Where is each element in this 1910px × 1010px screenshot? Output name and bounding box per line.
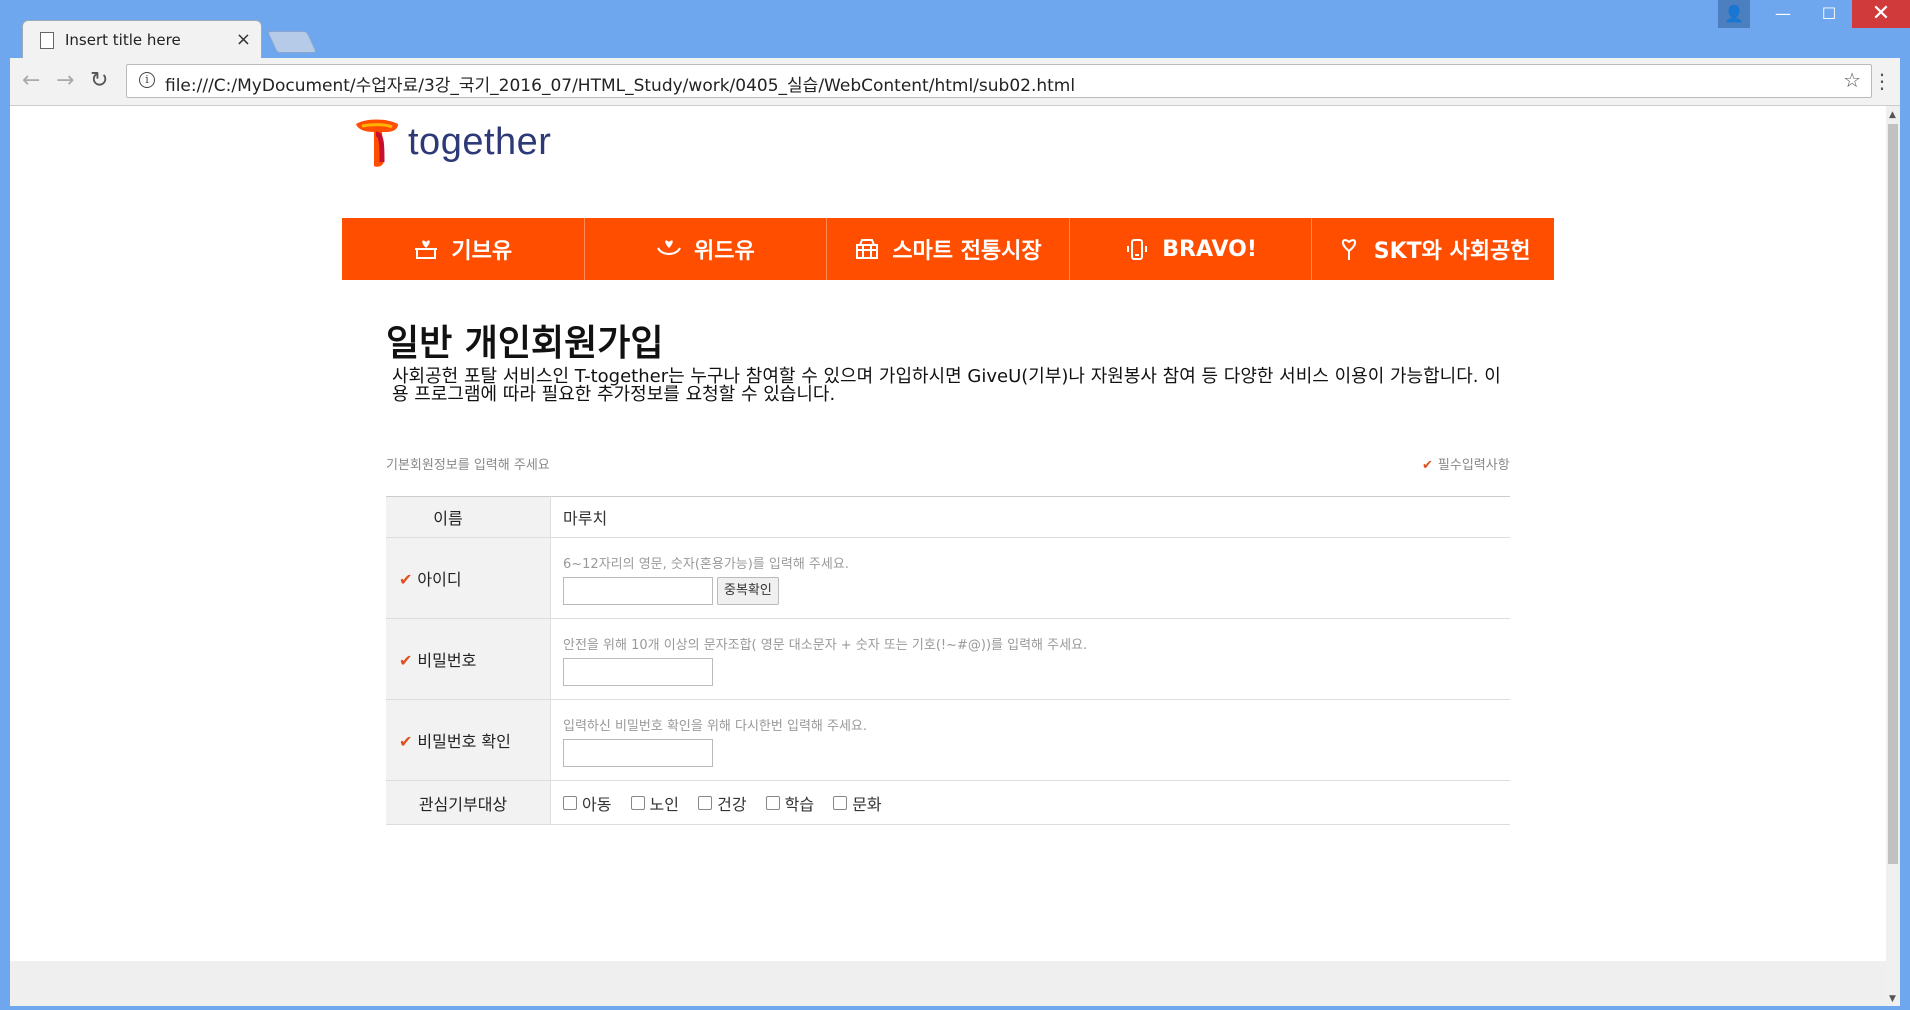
form-row-password: ✔ 비밀번호 안전을 위해 10개 이상의 문자조합( 영문 대소문자 + 숫자 …	[386, 618, 1510, 700]
form-label-cell: 관심기부대상	[386, 780, 551, 825]
nav-label: 위드유	[694, 239, 755, 264]
address-bar[interactable]: i file:///C:/MyDocument/수업자료/3강_국기_2016_…	[126, 64, 1872, 98]
checkbox-box[interactable]	[765, 796, 780, 810]
nav-item-smart-market[interactable]: 스마트 전통시장	[827, 218, 1070, 280]
page-intro-text: 사회공헌 포탈 서비스인 T-together는 누구나 참여할 수 있으며 가…	[392, 366, 1501, 405]
scroll-down-icon[interactable]: ▼	[1889, 994, 1896, 1004]
form-value-cell: 안전을 위해 10개 이상의 문자조합( 영문 대소문자 + 숫자 또는 기호(…	[550, 618, 1510, 700]
interest-checkbox-child[interactable]: 아동	[563, 791, 611, 815]
checkbox-label: 문화	[852, 794, 882, 814]
password-confirm-hint: 입력하신 비밀번호 확인을 위해 다시한번 입력해 주세요.	[563, 719, 868, 734]
checkbox-label: 아동	[582, 794, 612, 814]
form-row-password-confirm: ✔ 비밀번호 확인 입력하신 비밀번호 확인을 위해 다시한번 입력해 주세요.	[386, 699, 1510, 781]
password-label: 비밀번호	[417, 651, 477, 670]
nav-item-skt-social[interactable]: SKT와 사회공헌	[1312, 218, 1554, 280]
required-check-icon: ✔	[1422, 458, 1433, 473]
nav-label: BRAVO!	[1162, 236, 1257, 262]
hands-heart-icon	[657, 240, 681, 255]
new-tab-button[interactable]	[266, 31, 318, 53]
window-controls: 👤 — ☐ ✕	[1718, 0, 1910, 28]
nav-label: 스마트 전통시장	[892, 239, 1042, 264]
form-label-cell: ✔ 비밀번호 확인	[386, 699, 551, 781]
required-check-icon: ✔	[399, 570, 413, 589]
page-viewport: together 기브유 위드유 스마트 전통시장 BRAVO! SKT와 사회…	[10, 106, 1886, 1006]
required-check-icon: ✔	[399, 732, 413, 751]
interests-label: 관심기부대상	[418, 794, 508, 814]
interest-checkbox-group: 아동 노인 건강 학습 문화	[550, 780, 1510, 825]
minimize-button[interactable]: —	[1760, 0, 1806, 28]
logo-brand-text: together	[408, 121, 552, 163]
checkbox-label: 학습	[784, 794, 815, 814]
checkbox-box[interactable]	[833, 796, 848, 810]
checkbox-label: 건강	[717, 794, 747, 814]
checkbox-box[interactable]	[563, 796, 577, 810]
form-row-interests: 관심기부대상 아동 노인 건강 학습 문화	[386, 780, 1510, 825]
interest-checkbox-culture[interactable]: 문화	[833, 791, 882, 815]
form-value-cell: 입력하신 비밀번호 확인을 위해 다시한번 입력해 주세요.	[550, 699, 1510, 781]
checkbox-box[interactable]	[630, 796, 645, 810]
name-label: 이름	[433, 509, 463, 528]
userid-input[interactable]	[563, 577, 713, 605]
required-legend: ✔ 필수입력사항	[1422, 454, 1510, 473]
password-input[interactable]	[563, 658, 713, 686]
reload-icon[interactable]: ↻	[90, 68, 108, 93]
password-confirm-input[interactable]	[563, 739, 713, 767]
vertical-scrollbar[interactable]: ▲ ▼	[1886, 106, 1900, 1006]
form-row-name: 이름 마루치	[386, 496, 1510, 538]
interest-checkbox-elderly[interactable]: 노인	[630, 791, 679, 815]
form-label-cell: ✔ 비밀번호	[386, 618, 551, 700]
form-label-cell: 이름	[386, 496, 551, 538]
nav-item-giveu[interactable]: 기브유	[342, 218, 585, 280]
interest-checkbox-learning[interactable]: 학습	[765, 791, 815, 815]
required-check-icon: ✔	[399, 651, 413, 670]
signup-form-table: 이름 마루치 ✔ 아이디 6~12자리의 영문, 숫자(혼용가능)를 입력해 주세…	[386, 496, 1510, 825]
userid-label: 아이디	[417, 570, 462, 589]
back-icon[interactable]: ←	[22, 68, 40, 93]
gift-heart-icon	[415, 240, 438, 259]
bookmark-star-icon[interactable]: ☆	[1843, 68, 1861, 92]
form-row-userid: ✔ 아이디 6~12자리의 영문, 숫자(혼용가능)를 입력해 주세요. 중복확인	[386, 537, 1510, 619]
url-text[interactable]: file:///C:/MyDocument/수업자료/3강_국기_2016_07…	[165, 71, 1075, 96]
maximize-button[interactable]: ☐	[1806, 0, 1852, 28]
page-footer-strip	[10, 961, 1886, 1006]
t-logo-icon	[356, 119, 398, 167]
userid-hint: 6~12자리의 영문, 숫자(혼용가능)를 입력해 주세요.	[563, 557, 849, 572]
tab-close-icon[interactable]: ×	[236, 29, 251, 50]
duplicate-check-button[interactable]: 중복확인	[717, 577, 779, 605]
checkbox-label: 노인	[649, 794, 679, 814]
page-title: 일반 개인회원가입	[386, 323, 664, 364]
name-value: 마루치	[550, 496, 1510, 538]
heart-tree-icon	[1341, 239, 1356, 260]
document-icon	[40, 32, 54, 49]
scrollbar-thumb[interactable]	[1888, 124, 1898, 864]
scroll-up-icon[interactable]: ▲	[1889, 110, 1896, 120]
interest-checkbox-health[interactable]: 건강	[698, 791, 747, 815]
checkbox-box[interactable]	[698, 796, 713, 810]
main-navigation: 기브유 위드유 스마트 전통시장 BRAVO! SKT와 사회공헌	[342, 218, 1554, 280]
forward-icon[interactable]: →	[56, 68, 74, 93]
browser-menu-icon[interactable]: ⋮	[1872, 69, 1892, 93]
nav-label: SKT와 사회공헌	[1373, 239, 1531, 264]
phone-icon	[1127, 239, 1148, 260]
together-logo[interactable]: together	[352, 116, 582, 168]
nav-label: 기브유	[451, 239, 513, 264]
close-window-button[interactable]: ✕	[1852, 0, 1910, 28]
user-profile-icon[interactable]: 👤	[1718, 0, 1750, 28]
tab-title: Insert title here	[65, 31, 181, 49]
password-confirm-label: 비밀번호 확인	[417, 732, 511, 751]
browser-toolbar: ← → ↻ i file:///C:/MyDocument/수업자료/3강_국기…	[10, 58, 1900, 106]
required-legend-text: 필수입력사항	[1437, 458, 1510, 473]
info-icon[interactable]: i	[139, 72, 155, 88]
browser-tab[interactable]: Insert title here ×	[22, 20, 262, 59]
basket-icon	[856, 239, 879, 259]
browser-titlebar: Insert title here × 👤 — ☐ ✕	[0, 0, 1910, 59]
nav-item-bravo[interactable]: BRAVO!	[1070, 218, 1313, 280]
form-section-caption: 기본회원정보를 입력해 주세요	[386, 458, 550, 473]
form-value-cell: 6~12자리의 영문, 숫자(혼용가능)를 입력해 주세요. 중복확인	[550, 537, 1510, 619]
password-hint: 안전을 위해 10개 이상의 문자조합( 영문 대소문자 + 숫자 또는 기호(…	[563, 638, 1088, 653]
nav-item-withu[interactable]: 위드유	[585, 218, 828, 280]
form-label-cell: ✔ 아이디	[386, 537, 551, 619]
